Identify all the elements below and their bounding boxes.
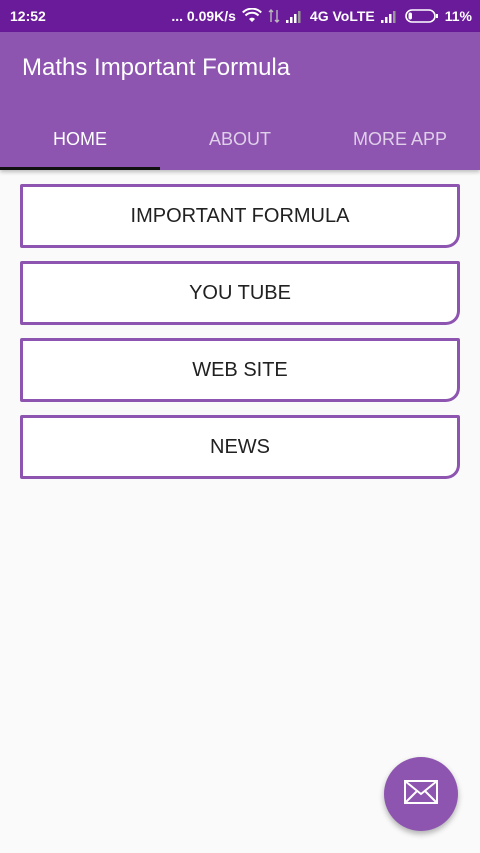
important-formula-button[interactable]: IMPORTANT FORMULA bbox=[20, 184, 460, 248]
signal-icon bbox=[285, 9, 304, 23]
news-button[interactable]: NEWS bbox=[20, 415, 460, 479]
tab-home-label: HOME bbox=[53, 128, 107, 149]
data-arrows-icon bbox=[268, 8, 280, 24]
app-bar: Maths Important Formula HOME ABOUT MORE … bbox=[0, 32, 480, 170]
status-bar: 12:52 ... 0.09K/s 4G VoLTE 11% bbox=[0, 0, 480, 32]
network-type: 4G VoLTE bbox=[309, 8, 375, 24]
tab-more-app[interactable]: MORE APP bbox=[320, 108, 480, 170]
battery-percent: 11% bbox=[444, 8, 472, 24]
home-content: IMPORTANT FORMULA YOU TUBE WEB SITE NEWS bbox=[0, 170, 480, 853]
mail-icon bbox=[404, 779, 438, 809]
battery-icon bbox=[404, 8, 439, 24]
tab-home[interactable]: HOME bbox=[0, 108, 160, 170]
tab-about[interactable]: ABOUT bbox=[160, 108, 320, 170]
mail-fab-button[interactable] bbox=[384, 757, 458, 831]
signal-icon-2 bbox=[380, 9, 399, 23]
status-time: 12:52 bbox=[10, 8, 46, 24]
web-site-button[interactable]: WEB SITE bbox=[20, 338, 460, 402]
wifi-icon bbox=[242, 8, 262, 24]
tab-more-app-label: MORE APP bbox=[352, 128, 448, 149]
app-title: Maths Important Formula bbox=[22, 54, 291, 81]
network-speed: ... 0.09K/s bbox=[171, 8, 236, 24]
tab-about-label: ABOUT bbox=[208, 128, 271, 149]
tab-bar: HOME ABOUT MORE APP bbox=[0, 108, 480, 170]
you-tube-button[interactable]: YOU TUBE bbox=[20, 261, 460, 325]
